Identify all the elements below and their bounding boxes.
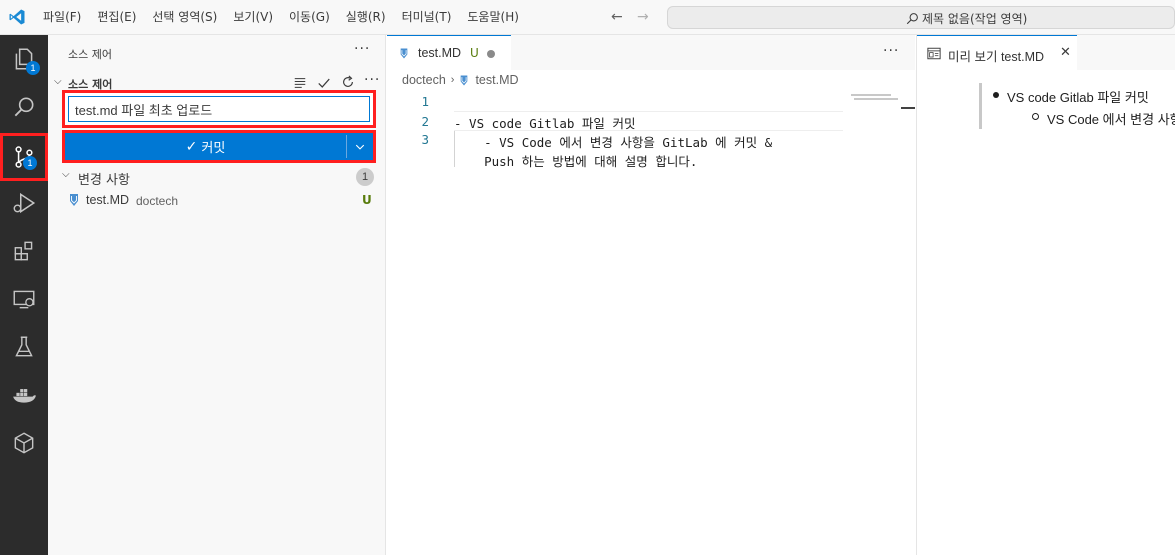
preview-list-item: VS code Gitlab 파일 커밋 (1007, 90, 1149, 105)
preview-sublist-item: VS Code 에서 변경 사항을 GitLab 에 커밋 & Push 하는 … (1047, 112, 1175, 127)
activity-search[interactable] (0, 83, 48, 131)
activity-bar: 1 1 (0, 35, 48, 555)
file-name: test.MD (86, 193, 130, 207)
activity-package[interactable] (0, 419, 48, 467)
commit-dropdown-button[interactable] (347, 133, 373, 160)
menu-run[interactable]: 실행(R) (338, 0, 394, 35)
code-line: - VS code Gitlab 파일 커밋 (454, 116, 636, 131)
line-number: 2 (421, 114, 429, 129)
check-icon: ✓ (185, 138, 198, 155)
sidebar-title: 소스 제어 (68, 48, 112, 61)
editor-group: test.MD U ··· doctech › test.MD 1 2 3 - … (387, 35, 915, 555)
activity-testing[interactable] (0, 323, 48, 371)
tab-status: U (470, 46, 479, 60)
scm-badge: 1 (23, 156, 37, 170)
chevron-right-icon: › (450, 74, 455, 86)
title-bar: 파일(F) 편집(E) 선택 영역(S) 보기(V) 이동(G) 실행(R) 터… (0, 0, 1175, 35)
commit-button-label: 커밋 (201, 141, 226, 156)
remote-explorer-icon (13, 290, 35, 309)
changes-count-badge: 1 (356, 168, 374, 186)
activity-docker[interactable] (0, 371, 48, 419)
testing-icon (15, 336, 33, 357)
markdown-file-icon (70, 194, 78, 206)
code-line-wrapped: Push 하는 방법에 대해 설명 합니다. (454, 154, 698, 169)
commit-check-icon[interactable] (317, 76, 331, 90)
docker-icon (13, 389, 36, 403)
markdown-preview-group: 미리 보기 test.MD ✕ VS code Gitlab 파일 커밋 VS … (916, 35, 1175, 555)
line-number: 1 (421, 94, 429, 109)
menu-edit[interactable]: 편집(E) (89, 0, 144, 35)
file-directory: doctech (136, 194, 179, 208)
menu-terminal[interactable]: 터미널(T) (394, 0, 460, 35)
breadcrumb: doctech › test.MD (402, 73, 519, 87)
commit-message-highlight (62, 90, 376, 128)
changed-file-row[interactable]: test.MD doctech U (48, 189, 386, 211)
command-center[interactable]: 제목 없음(작업 영역) (667, 6, 1175, 29)
activity-remote-explorer[interactable] (0, 275, 48, 323)
preview-content: VS code Gitlab 파일 커밋 VS Code 에서 변경 사항을 G… (979, 83, 1175, 129)
preview-icon (927, 47, 941, 60)
explorer-badge: 1 (26, 61, 40, 75)
chevron-down-icon: ⌵ (54, 76, 62, 87)
command-center-label: 제목 없음(작업 영역) (922, 12, 1028, 26)
editor-more-actions[interactable]: ··· (883, 43, 899, 59)
editor-tab-bar: test.MD U ··· (387, 35, 915, 70)
menu-help[interactable]: 도움말(H) (459, 0, 527, 35)
back-arrow-icon[interactable]: ← (611, 9, 623, 25)
view-as-list-icon[interactable] (293, 76, 307, 90)
tab-label: test.MD (418, 46, 462, 60)
breadcrumb-file[interactable]: test.MD (475, 73, 518, 87)
menu-selection[interactable]: 선택 영역(S) (144, 0, 225, 35)
sidebar-more-actions[interactable]: ··· (354, 41, 370, 57)
bullet-circle-icon (1032, 113, 1039, 120)
minimap[interactable] (851, 92, 899, 112)
activity-source-control[interactable]: 1 (0, 133, 48, 181)
menu-view[interactable]: 보기(V) (225, 0, 281, 35)
activity-explorer[interactable]: 1 (0, 35, 48, 83)
code-line: - VS Code 에서 변경 사항을 GitLab 에 커밋 & (454, 135, 773, 150)
commit-message-input[interactable] (68, 96, 370, 122)
unsaved-dot-icon[interactable] (487, 50, 495, 58)
forward-arrow-icon[interactable]: → (637, 9, 649, 25)
refresh-icon[interactable] (341, 75, 355, 89)
scrollbar-slider[interactable] (901, 107, 915, 109)
tab-test-md[interactable]: test.MD U (387, 35, 511, 70)
menu-go[interactable]: 이동(G) (281, 0, 338, 35)
commit-button-highlight: ✓ 커밋 (62, 130, 376, 163)
markdown-file-icon (461, 75, 468, 85)
preview-tab-bar: 미리 보기 test.MD ✕ (917, 35, 1175, 70)
activity-run-debug[interactable] (0, 179, 48, 227)
changes-label: 변경 사항 (78, 173, 130, 188)
untracked-status-badge: U (362, 193, 372, 207)
chevron-down-icon (355, 144, 365, 150)
run-debug-icon (13, 192, 36, 214)
extensions-icon (14, 241, 33, 261)
menu-file[interactable]: 파일(F) (35, 0, 89, 35)
package-icon (14, 432, 34, 454)
breadcrumb-folder[interactable]: doctech (402, 73, 446, 87)
preview-tab-label: 미리 보기 test.MD (948, 50, 1045, 64)
line-number: 3 (421, 132, 429, 147)
activity-extensions[interactable] (0, 227, 48, 275)
vscode-logo-icon (9, 9, 25, 25)
chevron-down-icon: ⌵ (62, 169, 70, 180)
tab-preview-test-md[interactable]: 미리 보기 test.MD ✕ (917, 35, 1077, 70)
section-more-icon[interactable]: ··· (364, 72, 380, 88)
source-control-sidebar: 소스 제어 ··· ⌵ 소스 제어 ··· ✓ 커밋 ⌵ 변 (48, 35, 386, 555)
changes-group-header[interactable]: ⌵ 변경 사항 1 (48, 166, 386, 188)
markdown-file-icon (400, 48, 408, 59)
menu-bar: 파일(F) 편집(E) 선택 영역(S) 보기(V) 이동(G) 실행(R) 터… (35, 0, 527, 35)
commit-button[interactable]: ✓ 커밋 (65, 133, 346, 160)
bullet-disc-icon (993, 92, 999, 98)
search-icon (906, 13, 918, 25)
close-icon[interactable]: ✕ (1060, 45, 1071, 60)
search-icon (14, 97, 34, 117)
